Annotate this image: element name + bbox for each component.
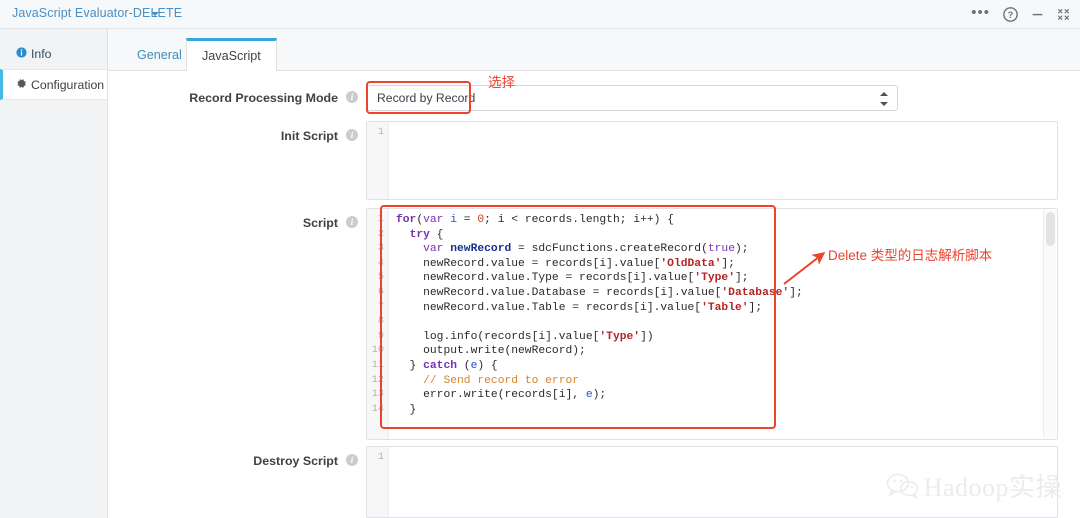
- line-number: 6: [377, 286, 384, 298]
- line-number: 9: [377, 330, 384, 342]
- properties-sidebar: Info Configuration: [0, 29, 108, 518]
- tab-javascript[interactable]: JavaScript: [186, 38, 277, 71]
- line-number: 3: [377, 243, 384, 255]
- sidebar-item-info[interactable]: Info: [0, 38, 107, 69]
- line-number: 7: [377, 301, 384, 313]
- tab-label: General: [137, 48, 182, 62]
- stage-properties-window: JavaScript Evaluator-DELETE ••• ? Info C…: [0, 0, 1080, 518]
- configuration-pane: Record Processing Mode i Record by Recor…: [108, 71, 1080, 518]
- code-line: error.write(records[i], e);: [396, 389, 607, 402]
- annotation-text-select: 选择: [488, 75, 515, 90]
- script-editor[interactable]: 1 2 3 4 5 6 7 8 9 10 11 12 13 14 for(var i = 0; i < r…: [366, 208, 1058, 440]
- code-line: output.write(newRecord);: [396, 345, 586, 358]
- record-processing-mode-value: Record by Record: [377, 91, 476, 105]
- init-script-gutter: 1: [367, 122, 389, 199]
- code-line: newRecord.value.Table = records[i].value…: [396, 301, 763, 314]
- code-line: for(var i = 0; i < records.length; i++) …: [396, 214, 674, 226]
- record-processing-mode-label: Record Processing Mode: [189, 91, 338, 105]
- code-line: // Send record to error: [423, 374, 580, 387]
- line-number: 5: [377, 272, 384, 284]
- info-icon[interactable]: i: [346, 454, 358, 466]
- line-number: 1: [377, 127, 384, 138]
- spinner-arrows-icon[interactable]: [880, 92, 888, 106]
- line-number: 11: [371, 359, 384, 371]
- script-scrollbar[interactable]: [1043, 210, 1056, 438]
- watermark-text: Hadoop实操: [923, 473, 1062, 502]
- info-icon[interactable]: i: [346, 216, 358, 228]
- code-line: newRecord.value.Database = records[i].va…: [396, 286, 803, 299]
- script-scrollbar-thumb[interactable]: [1046, 212, 1055, 246]
- line-number: 14: [371, 403, 384, 415]
- script-gutter: 1 2 3 4 5 6 7 8 9 10 11 12 13 14: [367, 209, 389, 439]
- line-number: 1: [377, 214, 384, 225]
- code-line: newRecord.value.Type = records[i].value[…: [396, 272, 749, 285]
- line-number: 8: [377, 316, 384, 328]
- annotation-arrow-icon: [783, 252, 826, 285]
- code-line: }: [396, 403, 417, 416]
- sidebar-item-label: Configuration: [31, 77, 105, 92]
- wechat-icon: [886, 473, 918, 499]
- minimize-icon[interactable]: [1031, 8, 1044, 21]
- line-number: 10: [371, 345, 384, 357]
- init-script-code[interactable]: [390, 122, 1057, 199]
- destroy-script-gutter: 1: [367, 447, 389, 517]
- help-icon[interactable]: ?: [1003, 7, 1018, 22]
- collapse-icon[interactable]: [1057, 8, 1070, 21]
- watermark: Hadoop实操: [886, 467, 1062, 504]
- code-line: log.info(records[i].value['Type']): [396, 330, 654, 343]
- line-number: 4: [377, 257, 384, 269]
- more-options-icon[interactable]: •••: [971, 5, 990, 22]
- chevron-down-icon[interactable]: [151, 12, 159, 16]
- destroy-script-label: Destroy Script: [253, 454, 338, 468]
- tab-bar: General JavaScript: [108, 29, 1080, 71]
- window-controls: ••• ?: [971, 0, 1070, 29]
- init-script-editor[interactable]: 1: [366, 121, 1058, 200]
- svg-text:?: ?: [1008, 10, 1013, 20]
- sidebar-item-configuration[interactable]: Configuration: [0, 69, 107, 100]
- tab-label: JavaScript: [202, 49, 261, 63]
- code-line: try {: [409, 228, 444, 241]
- init-script-label: Init Script: [280, 129, 338, 143]
- annotation-text-script: Delete 类型的日志解析脚本: [828, 248, 993, 263]
- info-icon[interactable]: i: [346, 91, 358, 103]
- line-number: 12: [371, 374, 384, 386]
- line-number: 1: [377, 452, 384, 463]
- gear-icon: [16, 78, 31, 92]
- sidebar-item-label: Info: [31, 46, 52, 61]
- script-label: Script: [302, 216, 338, 230]
- line-number: 13: [371, 389, 384, 401]
- window-titlebar: JavaScript Evaluator-DELETE ••• ?: [0, 0, 1080, 29]
- line-number: 2: [377, 228, 384, 240]
- info-icon[interactable]: i: [346, 129, 358, 141]
- record-processing-mode-select[interactable]: Record by Record: [366, 85, 898, 111]
- code-line: } catch (e) {: [396, 359, 498, 372]
- info-icon: [16, 46, 31, 61]
